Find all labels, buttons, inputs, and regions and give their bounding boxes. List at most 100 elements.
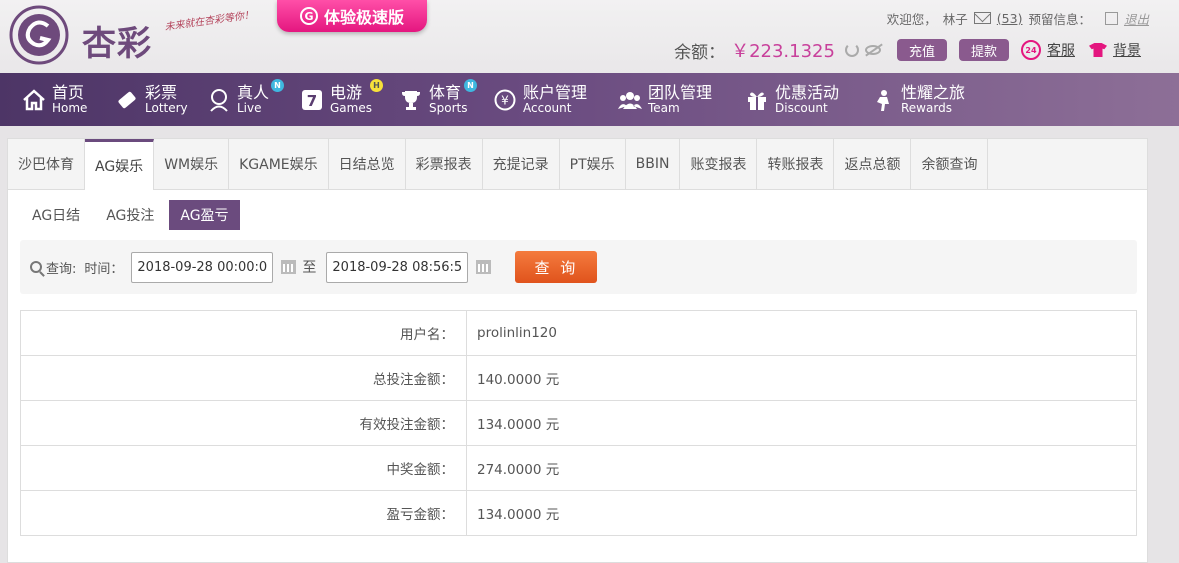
rewards-figure-icon: [871, 88, 895, 112]
user-info-bar: 欢迎您， 林子 (53) 预留信息： 退出: [887, 8, 1149, 28]
row-label: 有效投注金额：: [20, 400, 467, 446]
start-date-input[interactable]: [131, 251, 274, 283]
to-label: 至: [302, 260, 317, 276]
customer-service-icon[interactable]: 24: [1021, 40, 1041, 60]
search-icon: [30, 261, 42, 273]
result-table: 用户名： prolinlin120 总投注金额： 140.0000 元 有效投注…: [20, 310, 1137, 536]
sub-tabs: AG日结 AG投注 AG盈亏: [21, 200, 240, 230]
edit-icon[interactable]: [1104, 11, 1118, 25]
refresh-icon[interactable]: [844, 43, 859, 57]
nav-sublabel: Account: [523, 100, 572, 115]
nav-item-team[interactable]: 团队管理 Team: [618, 73, 712, 126]
logo-emblem-icon: [9, 5, 69, 65]
new-badge: N: [271, 79, 284, 92]
logo-slogan: 未来就在杏彩等你！: [163, 9, 255, 34]
nav-item-lottery[interactable]: 彩票 Lottery: [115, 73, 188, 126]
calendar-icon[interactable]: [476, 260, 492, 274]
row-label: 中奖金额：: [20, 445, 467, 491]
hide-balance-icon[interactable]: [864, 45, 881, 55]
live-dealer-icon: [207, 88, 231, 112]
gift-icon: [745, 88, 769, 112]
nav-label: 账户管理: [523, 82, 588, 102]
nav-label: 性耀之旅: [901, 82, 966, 102]
speed-version-button[interactable]: G 体验极速版: [277, 0, 427, 32]
balance-value: ￥223.1325: [731, 41, 835, 62]
deposit-button[interactable]: 充值: [896, 39, 947, 61]
tab-pt-entertainment[interactable]: PT娱乐: [560, 139, 626, 189]
nav-sublabel: Home: [52, 100, 88, 115]
nav-sublabel: Rewards: [901, 100, 952, 115]
trophy-icon: [399, 88, 423, 112]
nav-label: 团队管理: [648, 82, 713, 102]
nav-item-discount[interactable]: 优惠活动 Discount: [745, 73, 839, 126]
report-panel: 沙巴体育 AG娱乐 WM娱乐 KGAME娱乐 日结总览 彩票报表 充提记录 PT…: [7, 138, 1148, 563]
nav-label: 真人: [237, 82, 270, 102]
nav-item-games[interactable]: 7 电游 Games H: [300, 73, 383, 126]
report-tabs: 沙巴体育 AG娱乐 WM娱乐 KGAME娱乐 日结总览 彩票报表 充提记录 PT…: [8, 139, 1147, 190]
nav-sublabel: Games: [330, 100, 372, 115]
svg-text:7: 7: [307, 92, 317, 110]
tab-rebate-total[interactable]: 返点总额: [834, 139, 912, 189]
tab-transfer-report[interactable]: 转账报表: [757, 139, 835, 189]
nav-sublabel: Sports: [429, 100, 468, 115]
table-row: 有效投注金额： 134.0000 元: [20, 400, 1137, 446]
mail-count[interactable]: (53): [997, 11, 1023, 26]
tab-wm-entertainment[interactable]: WM娱乐: [154, 139, 230, 189]
logo[interactable]: 杏彩 未来就在杏彩等你！: [6, 4, 266, 68]
nav-sublabel: Live: [237, 100, 262, 115]
row-value: 140.0000 元: [466, 355, 1137, 401]
nav-item-home[interactable]: 首页 Home: [22, 73, 87, 126]
nav-sublabel: Team: [648, 100, 680, 115]
calendar-icon[interactable]: [281, 260, 297, 274]
nav-sublabel: Discount: [775, 100, 828, 115]
header: 杏彩 未来就在杏彩等你！ G 体验极速版 欢迎您， 林子 (53) 预留信息： …: [0, 0, 1179, 73]
nav-item-sports[interactable]: 体育 Sports N: [399, 73, 477, 126]
g-logo-icon: G: [299, 7, 318, 25]
welcome-text: 欢迎您，: [886, 11, 937, 27]
withdraw-button[interactable]: 提款: [958, 39, 1009, 61]
background-link[interactable]: 背景: [1113, 40, 1141, 60]
query-bar: 查询: 时间： 至 查 询: [20, 240, 1137, 294]
tab-balance-inquiry[interactable]: 余额查询: [911, 139, 989, 189]
nav-label: 优惠活动: [775, 82, 840, 102]
subtab-ag-profit-loss[interactable]: AG盈亏: [169, 200, 240, 230]
subtab-ag-daily[interactable]: AG日结: [21, 200, 91, 230]
main-nav: 首页 Home 彩票 Lottery 真人 Live N 7 电游 Games …: [0, 73, 1179, 126]
row-value: 134.0000 元: [466, 490, 1137, 536]
row-value: 134.0000 元: [466, 400, 1137, 446]
home-icon: [22, 88, 46, 112]
table-row: 盈亏金额： 134.0000 元: [20, 490, 1137, 536]
tab-lottery-report[interactable]: 彩票报表: [406, 139, 483, 189]
svg-text:¥: ¥: [501, 93, 509, 107]
shirt-icon[interactable]: [1089, 43, 1107, 57]
tab-saba-sports[interactable]: 沙巴体育: [8, 139, 85, 189]
tab-daily-overview[interactable]: 日结总览: [329, 139, 406, 189]
query-label: 查询:: [46, 261, 77, 277]
logout-link[interactable]: 退出: [1124, 9, 1149, 28]
end-date-input[interactable]: [326, 251, 469, 283]
row-value: prolinlin120: [466, 310, 1137, 356]
lottery-ticket-icon: [115, 88, 139, 112]
speed-version-label: 体验极速版: [323, 8, 404, 27]
tab-deposit-withdraw-records[interactable]: 充提记录: [483, 139, 560, 189]
mail-icon[interactable]: [973, 12, 991, 24]
new-badge: N: [464, 79, 477, 92]
tab-ag-entertainment[interactable]: AG娱乐: [85, 139, 155, 190]
query-button[interactable]: 查 询: [515, 251, 598, 283]
row-label: 总投注金额：: [20, 355, 467, 401]
row-label: 盈亏金额：: [20, 490, 467, 536]
nav-label: 首页: [52, 82, 85, 102]
nav-item-live[interactable]: 真人 Live N: [207, 73, 284, 126]
customer-service-link[interactable]: 客服: [1047, 40, 1075, 60]
table-row: 中奖金额： 274.0000 元: [20, 445, 1137, 491]
yen-coin-icon: ¥: [493, 88, 517, 112]
tab-kgame-entertainment[interactable]: KGAME娱乐: [229, 139, 329, 189]
tab-account-change-report[interactable]: 账变报表: [680, 139, 758, 189]
time-label: 时间：: [84, 261, 124, 277]
subtab-ag-bets[interactable]: AG投注: [95, 200, 165, 230]
nav-item-rewards[interactable]: 性耀之旅 Rewards: [871, 73, 965, 126]
tab-bbin[interactable]: BBIN: [626, 139, 681, 189]
username: 林子: [942, 11, 968, 27]
nav-item-account[interactable]: ¥ 账户管理 Account: [493, 73, 587, 126]
nav-label: 体育: [429, 82, 462, 102]
